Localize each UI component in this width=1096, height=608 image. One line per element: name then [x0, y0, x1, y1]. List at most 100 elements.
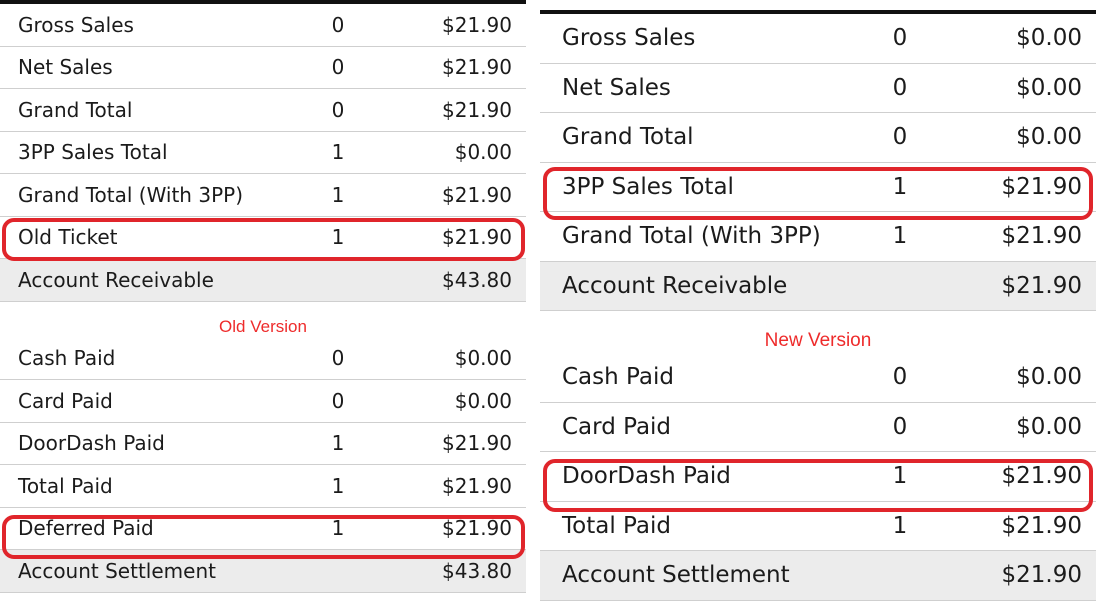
- row-amount: $0.00: [1016, 124, 1082, 151]
- report-row: Gross Sales 0 $21.90: [0, 4, 526, 47]
- report-row: Grand Total 0 $0.00: [540, 113, 1096, 163]
- row-label: Card Paid: [562, 413, 672, 440]
- row-amount: $0.00: [454, 346, 512, 371]
- row-amount: $21.90: [1001, 272, 1082, 299]
- row-count: 1: [892, 512, 908, 539]
- row-amount: $43.80: [442, 267, 512, 292]
- row-label: Total Paid: [18, 473, 113, 498]
- report-row: Gross Sales 0 $0.00: [540, 14, 1096, 64]
- row-count: 0: [331, 12, 345, 37]
- row-amount: $21.90: [442, 55, 512, 80]
- row-amount: $21.90: [442, 97, 512, 122]
- row-count: 1: [331, 516, 345, 541]
- row-label: Cash Paid: [562, 364, 674, 391]
- row-label: Net Sales: [562, 74, 671, 101]
- report-row: Grand Total (With 3PP) 1 $21.90: [540, 212, 1096, 262]
- row-label: Gross Sales: [562, 25, 696, 52]
- row-amount: $0.00: [1016, 413, 1082, 440]
- row-count: 0: [892, 413, 908, 440]
- row-count: 1: [892, 223, 908, 250]
- row-label: DoorDash Paid: [18, 431, 165, 456]
- row-amount: $0.00: [454, 388, 512, 413]
- row-label: Gross Sales: [18, 12, 134, 37]
- row-label: Old Ticket: [18, 225, 118, 250]
- row-label: Grand Total (With 3PP): [18, 182, 243, 207]
- row-amount: $21.90: [1001, 463, 1082, 490]
- report-row: 3PP Sales Total 1 $0.00: [0, 132, 526, 174]
- new-sales-section: Gross Sales 0 $0.00 Net Sales 0 $0.00 Gr…: [540, 14, 1096, 311]
- report-row-deferred-paid: Deferred Paid 1 $21.90: [0, 508, 526, 550]
- report-row: Total Paid 1 $21.90: [0, 465, 526, 508]
- row-label: 3PP Sales Total: [18, 140, 168, 165]
- report-row: Net Sales 0 $0.00: [540, 64, 1096, 113]
- row-amount: $21.90: [1001, 173, 1082, 200]
- row-amount: $0.00: [1016, 74, 1082, 101]
- row-count: 1: [892, 463, 908, 490]
- report-row-doordash-paid: DoorDash Paid 1 $21.90: [540, 452, 1096, 502]
- old-version-label: Old Version: [219, 316, 307, 336]
- account-settlement-row: Account Settlement $43.80: [0, 550, 526, 593]
- old-version-report: Gross Sales 0 $21.90 Net Sales 0 $21.90 …: [0, 0, 526, 593]
- row-count: 0: [331, 346, 345, 371]
- row-count: 0: [331, 55, 345, 80]
- row-amount: $21.90: [1001, 223, 1082, 250]
- old-payments-section: Cash Paid 0 $0.00 Card Paid 0 $0.00 Door…: [0, 338, 526, 593]
- report-row: DoorDash Paid 1 $21.90: [0, 423, 526, 465]
- report-row: Grand Total 0 $21.90: [0, 89, 526, 132]
- row-amount: $21.90: [442, 516, 512, 541]
- row-label: Total Paid: [562, 512, 671, 539]
- row-label: Grand Total (With 3PP): [562, 223, 821, 250]
- new-version-report: Gross Sales 0 $0.00 Net Sales 0 $0.00 Gr…: [540, 0, 1096, 601]
- row-amount: $0.00: [454, 140, 512, 165]
- row-label: Deferred Paid: [18, 516, 154, 541]
- row-amount: $21.90: [442, 225, 512, 250]
- report-row: Net Sales 0 $21.90: [0, 47, 526, 89]
- report-row: Grand Total (With 3PP) 1 $21.90: [0, 174, 526, 217]
- account-settlement-row: Account Settlement $21.90: [540, 551, 1096, 601]
- row-count: 1: [892, 173, 908, 200]
- report-row-3pp-sales-total: 3PP Sales Total 1 $21.90: [540, 163, 1096, 212]
- row-amount: $0.00: [1016, 25, 1082, 52]
- row-count: 1: [331, 225, 345, 250]
- report-row: Card Paid 0 $0.00: [0, 380, 526, 423]
- report-row-old-ticket: Old Ticket 1 $21.90: [0, 217, 526, 259]
- row-label: Grand Total: [562, 124, 694, 151]
- report-row: Card Paid 0 $0.00: [540, 403, 1096, 452]
- row-amount: $21.90: [442, 431, 512, 456]
- row-label: Account Receivable: [562, 272, 788, 299]
- row-label: Net Sales: [18, 55, 113, 80]
- row-count: 0: [331, 97, 345, 122]
- row-amount: $21.90: [1001, 562, 1082, 589]
- row-amount: $21.90: [1001, 512, 1082, 539]
- row-label: 3PP Sales Total: [562, 173, 734, 200]
- row-count: 0: [892, 74, 908, 101]
- row-label: Card Paid: [18, 388, 113, 413]
- new-version-label: New Version: [764, 330, 872, 351]
- row-count: 1: [331, 473, 345, 498]
- report-row: Total Paid 1 $21.90: [540, 502, 1096, 551]
- row-label: Grand Total: [18, 97, 133, 122]
- row-count: 0: [331, 388, 345, 413]
- row-count: 0: [892, 364, 908, 391]
- row-amount: $21.90: [442, 12, 512, 37]
- row-amount: $21.90: [442, 182, 512, 207]
- row-label: Account Settlement: [562, 562, 790, 589]
- old-sales-section: Gross Sales 0 $21.90 Net Sales 0 $21.90 …: [0, 4, 526, 302]
- account-receivable-row: Account Receivable $43.80: [0, 259, 526, 302]
- row-label: DoorDash Paid: [562, 463, 731, 490]
- row-count: 1: [331, 140, 345, 165]
- row-label: Account Receivable: [18, 267, 214, 292]
- report-row: Cash Paid 0 $0.00: [0, 338, 526, 380]
- row-count: 1: [331, 182, 345, 207]
- row-amount: $43.80: [442, 558, 512, 583]
- row-count: 1: [331, 431, 345, 456]
- row-amount: $21.90: [442, 473, 512, 498]
- report-row: Cash Paid 0 $0.00: [540, 353, 1096, 403]
- row-label: Cash Paid: [18, 346, 116, 371]
- new-payments-section: Cash Paid 0 $0.00 Card Paid 0 $0.00 Door…: [540, 353, 1096, 601]
- row-count: 0: [892, 25, 908, 52]
- row-amount: $0.00: [1016, 364, 1082, 391]
- row-count: 0: [892, 124, 908, 151]
- account-receivable-row: Account Receivable $21.90: [540, 261, 1096, 311]
- row-label: Account Settlement: [18, 558, 216, 583]
